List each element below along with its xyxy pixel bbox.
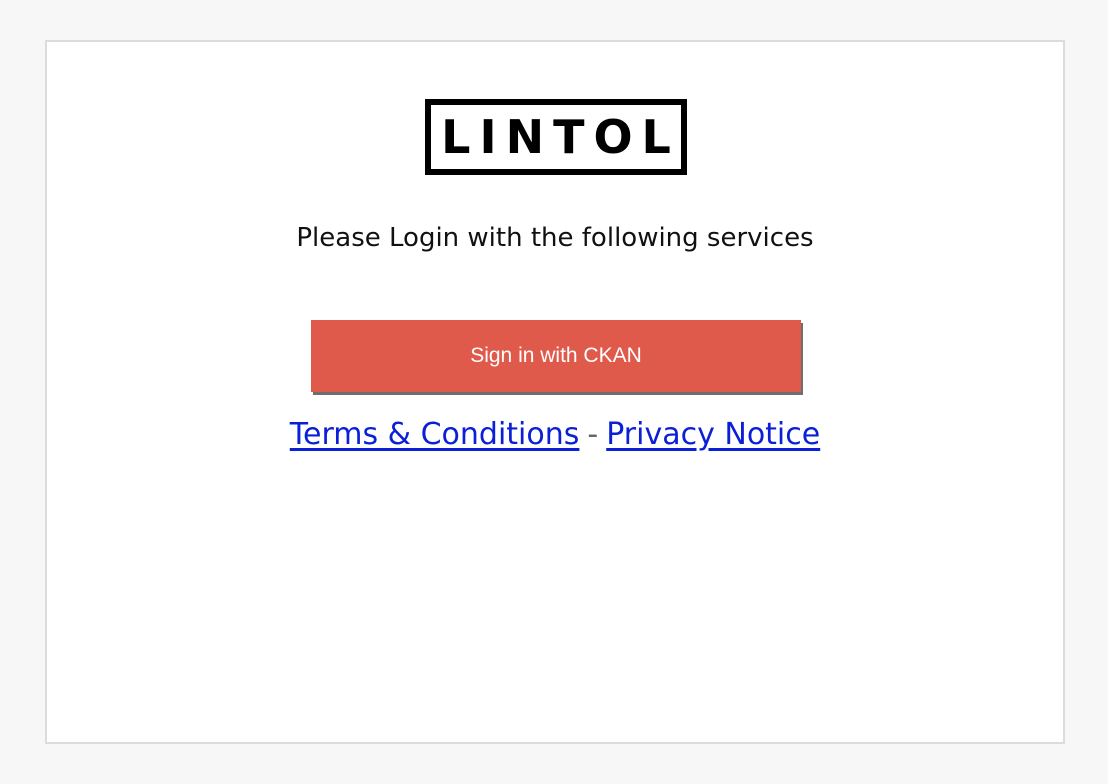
login-card: LINTOL Please Login with the following s…	[45, 40, 1065, 744]
login-prompt: Please Login with the following services	[296, 223, 814, 253]
lintol-logo: LINTOL	[425, 99, 687, 175]
link-separator: -	[587, 417, 599, 452]
terms-conditions-link[interactable]: Terms & Conditions	[290, 417, 580, 452]
footer-links: Terms & Conditions - Privacy Notice	[47, 414, 1063, 456]
sign-in-ckan-button[interactable]: Sign in with CKAN	[311, 320, 801, 392]
logo-text: LINTOL	[441, 110, 680, 164]
privacy-notice-link[interactable]: Privacy Notice	[606, 417, 820, 452]
